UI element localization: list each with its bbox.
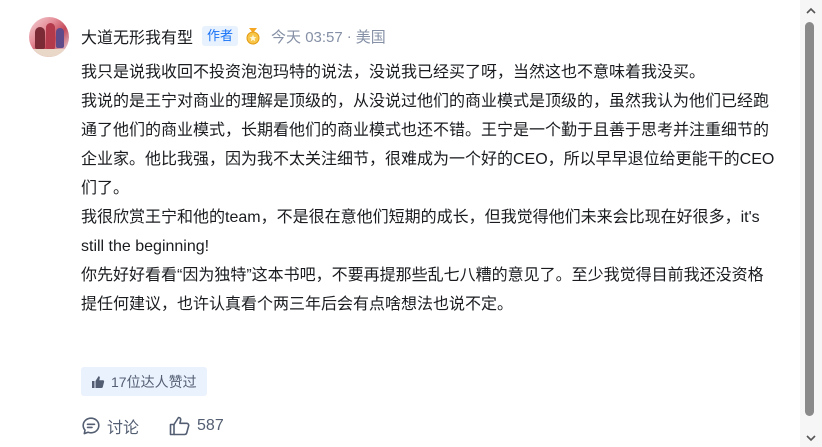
endorsement-label: 17位达人赞过: [111, 373, 197, 390]
scroll-down-arrow-icon[interactable]: [804, 431, 818, 445]
author-name[interactable]: 大道无形我有型: [81, 24, 193, 48]
medal-icon: [246, 28, 260, 45]
author-badge: 作者: [202, 26, 239, 46]
comment-header: 大道无形我有型 作者 今天 03:57 · 美国: [81, 24, 386, 48]
separator-dot: ·: [346, 27, 352, 45]
like-outline-icon: [169, 416, 190, 436]
endorsement-tag[interactable]: 17位达人赞过: [81, 367, 207, 396]
reply-label: 讨论: [107, 420, 140, 437]
comment-card: 大道无形我有型 作者 今天 03:57 · 美国 我只是说我收回不投资泡泡玛特的…: [0, 0, 800, 447]
thumbs-up-icon: [92, 375, 105, 388]
avatar[interactable]: [29, 17, 69, 57]
comment-body: 我只是说我收回不投资泡泡玛特的说法，没说我已经买了呀，当然这也不意味着我没买。 …: [81, 58, 776, 319]
scrollbar-thumb[interactable]: [805, 22, 814, 416]
comment-paragraph: 我说的是王宁对商业的理解是顶级的，从没说过他们的商业模式是顶级的，虽然我认为他们…: [81, 93, 775, 197]
comment-actions: 讨论 587: [81, 414, 254, 438]
scroll-up-arrow-icon[interactable]: [804, 4, 818, 18]
like-count: 587: [197, 417, 224, 434]
comment-paragraph: 你先好好看看“因为独特”这本书吧，不要再提那些乱七八糟的意见了。至少我觉得目前我…: [81, 267, 764, 313]
reply-button[interactable]: 讨论: [81, 414, 139, 438]
comment-paragraph: 我很欣赏王宁和他的team，不是很在意他们短期的成长，但我觉得他们未来会比现在好…: [81, 209, 760, 255]
ip-location: 美国: [355, 28, 386, 46]
timestamp: 今天 03:57: [271, 28, 343, 46]
comment-bubble-icon: [82, 417, 100, 435]
like-button[interactable]: 587: [169, 416, 224, 436]
comment-paragraph: 我只是说我收回不投资泡泡玛特的说法，没说我已经买了呀，当然这也不意味着我没买。: [81, 64, 706, 81]
